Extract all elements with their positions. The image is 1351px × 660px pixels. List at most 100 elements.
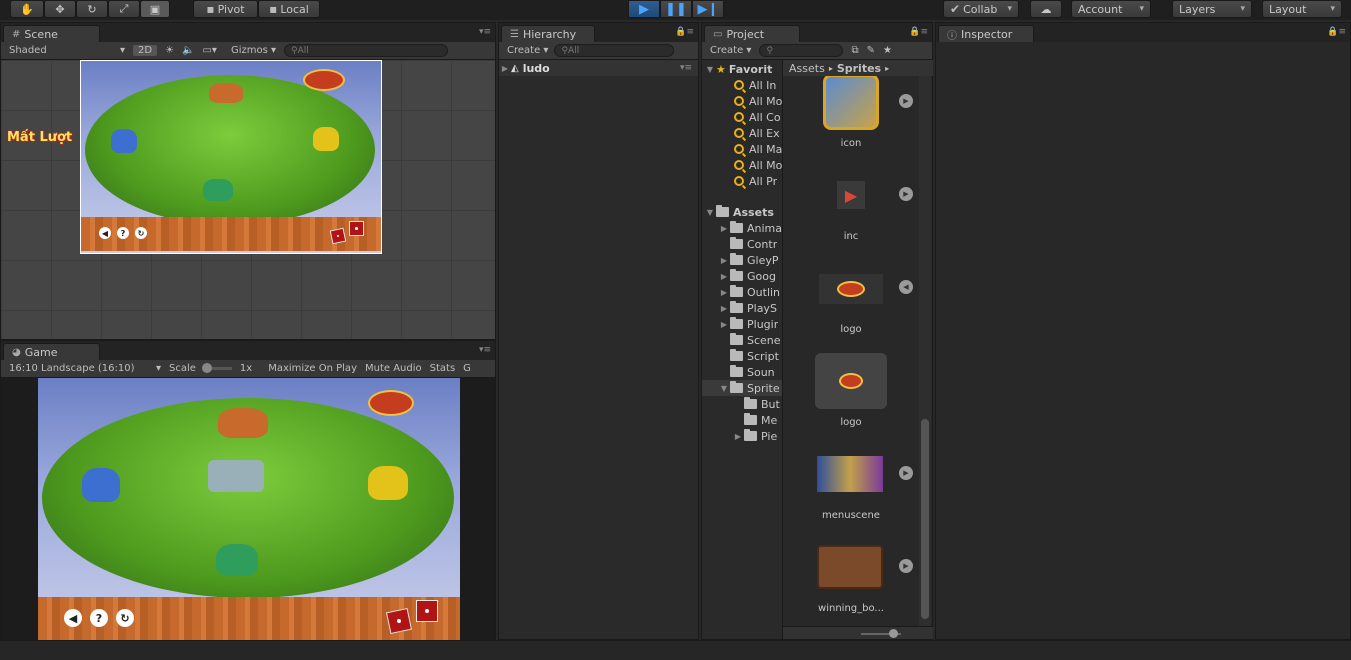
favorite-item[interactable]: All Mo — [734, 93, 782, 109]
layout-dropdown[interactable]: Layout — [1262, 0, 1342, 18]
expand-arrow-icon[interactable]: ▶ — [718, 288, 730, 297]
favorite-item[interactable]: All Mo — [734, 157, 782, 173]
folder-item[interactable]: ▶ Goog — [718, 268, 776, 284]
collab-dropdown[interactable]: ✔ Collab — [943, 0, 1019, 18]
asset-item[interactable]: ◀ logo — [807, 260, 913, 350]
step-button[interactable]: ▶❙ — [692, 0, 724, 18]
dice-1[interactable] — [385, 607, 413, 635]
filter-type-icon[interactable]: ⧉ — [851, 45, 858, 56]
game-gizmos-toggle[interactable]: G — [463, 363, 471, 374]
rect-tool-button[interactable]: ▣ — [140, 0, 170, 18]
local-toggle-button[interactable]: ▪ Local — [258, 0, 320, 18]
filter-label-icon[interactable]: ✎ — [867, 45, 875, 56]
item-menu-icon[interactable]: ▾≡ — [680, 63, 692, 73]
tab-scene[interactable]: # Scene — [3, 25, 100, 42]
folder-item[interactable]: ▶ Outlin — [718, 284, 780, 300]
lock-menu-icon[interactable]: 🔒≡ — [1327, 27, 1346, 37]
favorite-star-icon[interactable]: ★ — [883, 45, 892, 56]
scrollbar-thumb[interactable] — [921, 419, 929, 619]
asset-item[interactable]: ▶ icon — [807, 76, 913, 164]
move-tool-button[interactable]: ✥ — [44, 0, 76, 18]
breadcrumb-assets[interactable]: Assets — [789, 62, 825, 75]
account-dropdown[interactable]: Account — [1071, 0, 1151, 18]
expand-sprite-icon[interactable]: ▶ — [899, 94, 913, 108]
folder-item[interactable]: Script — [718, 348, 779, 364]
hierarchy-item-ludo[interactable]: ▶ ◭ ludo ▾≡ — [499, 60, 698, 76]
expand-arrow-icon[interactable]: ▶ — [718, 320, 730, 329]
shading-dropdown[interactable]: Shaded ▾ — [9, 45, 125, 56]
collapse-sprite-icon[interactable]: ◀ — [899, 280, 913, 294]
favorite-item[interactable]: All In — [734, 77, 776, 93]
gizmos-dropdown[interactable]: Gizmos ▾ — [231, 45, 276, 56]
folder-item[interactable]: ▶ Pie — [732, 428, 777, 444]
sound-button[interactable]: ◀ — [64, 609, 82, 627]
slider-thumb[interactable] — [889, 629, 898, 638]
stats-toggle[interactable]: Stats — [430, 363, 456, 374]
asset-scrollbar[interactable] — [919, 76, 931, 626]
lighting-icon[interactable]: ☀ — [165, 45, 174, 56]
expand-arrow-icon[interactable]: ▶ — [718, 272, 730, 281]
aspect-dropdown[interactable]: 16:10 Landscape (16:10) ▾ — [9, 363, 161, 374]
tab-hierarchy[interactable]: ☰ Hierarchy — [501, 25, 595, 42]
favorite-item[interactable]: All Ex — [734, 125, 780, 141]
scale-tool-button[interactable]: ⤢ — [108, 0, 140, 18]
asset-item-selected[interactable]: logo — [807, 353, 887, 443]
restart-button[interactable]: ↻ — [116, 609, 134, 627]
folder-item[interactable]: Soun — [718, 364, 775, 380]
game-viewport[interactable]: ◀ ? ↻ — [1, 378, 495, 640]
play-button[interactable]: ▶ — [628, 0, 660, 18]
folder-item[interactable]: But — [732, 396, 780, 412]
scene-viewport[interactable]: ◀ ? ↻ Mất Lượt — [1, 60, 495, 339]
tab-project[interactable]: ▭ Project — [704, 25, 800, 42]
folder-item[interactable]: ▶ Plugir — [718, 316, 778, 332]
folder-item[interactable]: Me — [732, 412, 777, 428]
favorites-header[interactable]: ▼ ★ Favorit — [704, 61, 782, 77]
collapse-arrow-icon[interactable]: ▼ — [704, 208, 716, 217]
breadcrumb-sprites[interactable]: Sprites — [837, 62, 881, 75]
expand-sprite-icon[interactable]: ▶ — [899, 187, 913, 201]
tab-game[interactable]: ◕ Game — [3, 343, 100, 360]
favorite-item[interactable]: All Ma — [734, 141, 782, 157]
asset-item[interactable]: ▶ winning_bo... — [807, 539, 913, 626]
expand-arrow-icon[interactable]: ▶ — [732, 432, 744, 441]
collapse-arrow-icon[interactable]: ▼ — [718, 384, 730, 393]
lock-menu-icon[interactable]: 🔒≡ — [909, 27, 928, 37]
pivot-toggle-button[interactable]: ▪ Pivot — [193, 0, 258, 18]
audio-icon[interactable]: 🔈 — [182, 45, 194, 56]
folder-item[interactable]: ▶ GleyP — [718, 252, 779, 268]
tab-inspector[interactable]: ⓘ Inspector — [938, 25, 1034, 42]
folder-item[interactable]: Scene — [718, 332, 781, 348]
project-search-input[interactable]: ⚲ — [759, 44, 844, 57]
maximize-on-play-toggle[interactable]: Maximize On Play — [268, 363, 357, 374]
tab-menu-icon[interactable]: ▾≡ — [479, 27, 491, 37]
favorite-item[interactable]: All Pr — [734, 173, 777, 189]
pause-button[interactable]: ❚❚ — [660, 0, 692, 18]
dice-2[interactable] — [416, 600, 438, 622]
expand-sprite-icon[interactable]: ▶ — [899, 466, 913, 480]
hierarchy-create-dropdown[interactable]: Create ▾ — [507, 45, 548, 56]
hierarchy-search-input[interactable]: ⚲ All — [554, 44, 675, 57]
help-button[interactable]: ? — [90, 609, 108, 627]
project-create-dropdown[interactable]: Create ▾ — [710, 45, 751, 56]
collapse-arrow-icon[interactable]: ▼ — [704, 65, 716, 74]
lock-menu-icon[interactable]: 🔒≡ — [675, 27, 694, 37]
expand-arrow-icon[interactable]: ▶ — [718, 256, 730, 265]
rotate-tool-button[interactable]: ↻ — [76, 0, 108, 18]
slider-thumb[interactable] — [201, 363, 212, 373]
expand-arrow-icon[interactable]: ▶ — [499, 64, 511, 73]
expand-arrow-icon[interactable]: ▶ — [718, 224, 730, 233]
folder-item[interactable]: ▶ PlayS — [718, 300, 777, 316]
effects-icon[interactable]: ▭▾ — [202, 45, 216, 56]
cloud-button[interactable]: ☁ — [1030, 0, 1062, 18]
mute-audio-toggle[interactable]: Mute Audio — [365, 363, 422, 374]
expand-sprite-icon[interactable]: ▶ — [899, 559, 913, 573]
scene-search-input[interactable]: ⚲ All — [284, 44, 449, 57]
folder-item[interactable]: Contr — [718, 236, 777, 252]
tab-menu-icon[interactable]: ▾≡ — [479, 345, 491, 355]
expand-arrow-icon[interactable]: ▶ — [718, 304, 730, 313]
hand-tool-button[interactable]: ✋ — [10, 0, 44, 18]
layers-dropdown[interactable]: Layers — [1172, 0, 1252, 18]
folder-item[interactable]: ▶ Anima — [718, 220, 782, 236]
assets-root[interactable]: ▼ Assets — [704, 204, 774, 220]
favorite-item[interactable]: All Co — [734, 109, 781, 125]
